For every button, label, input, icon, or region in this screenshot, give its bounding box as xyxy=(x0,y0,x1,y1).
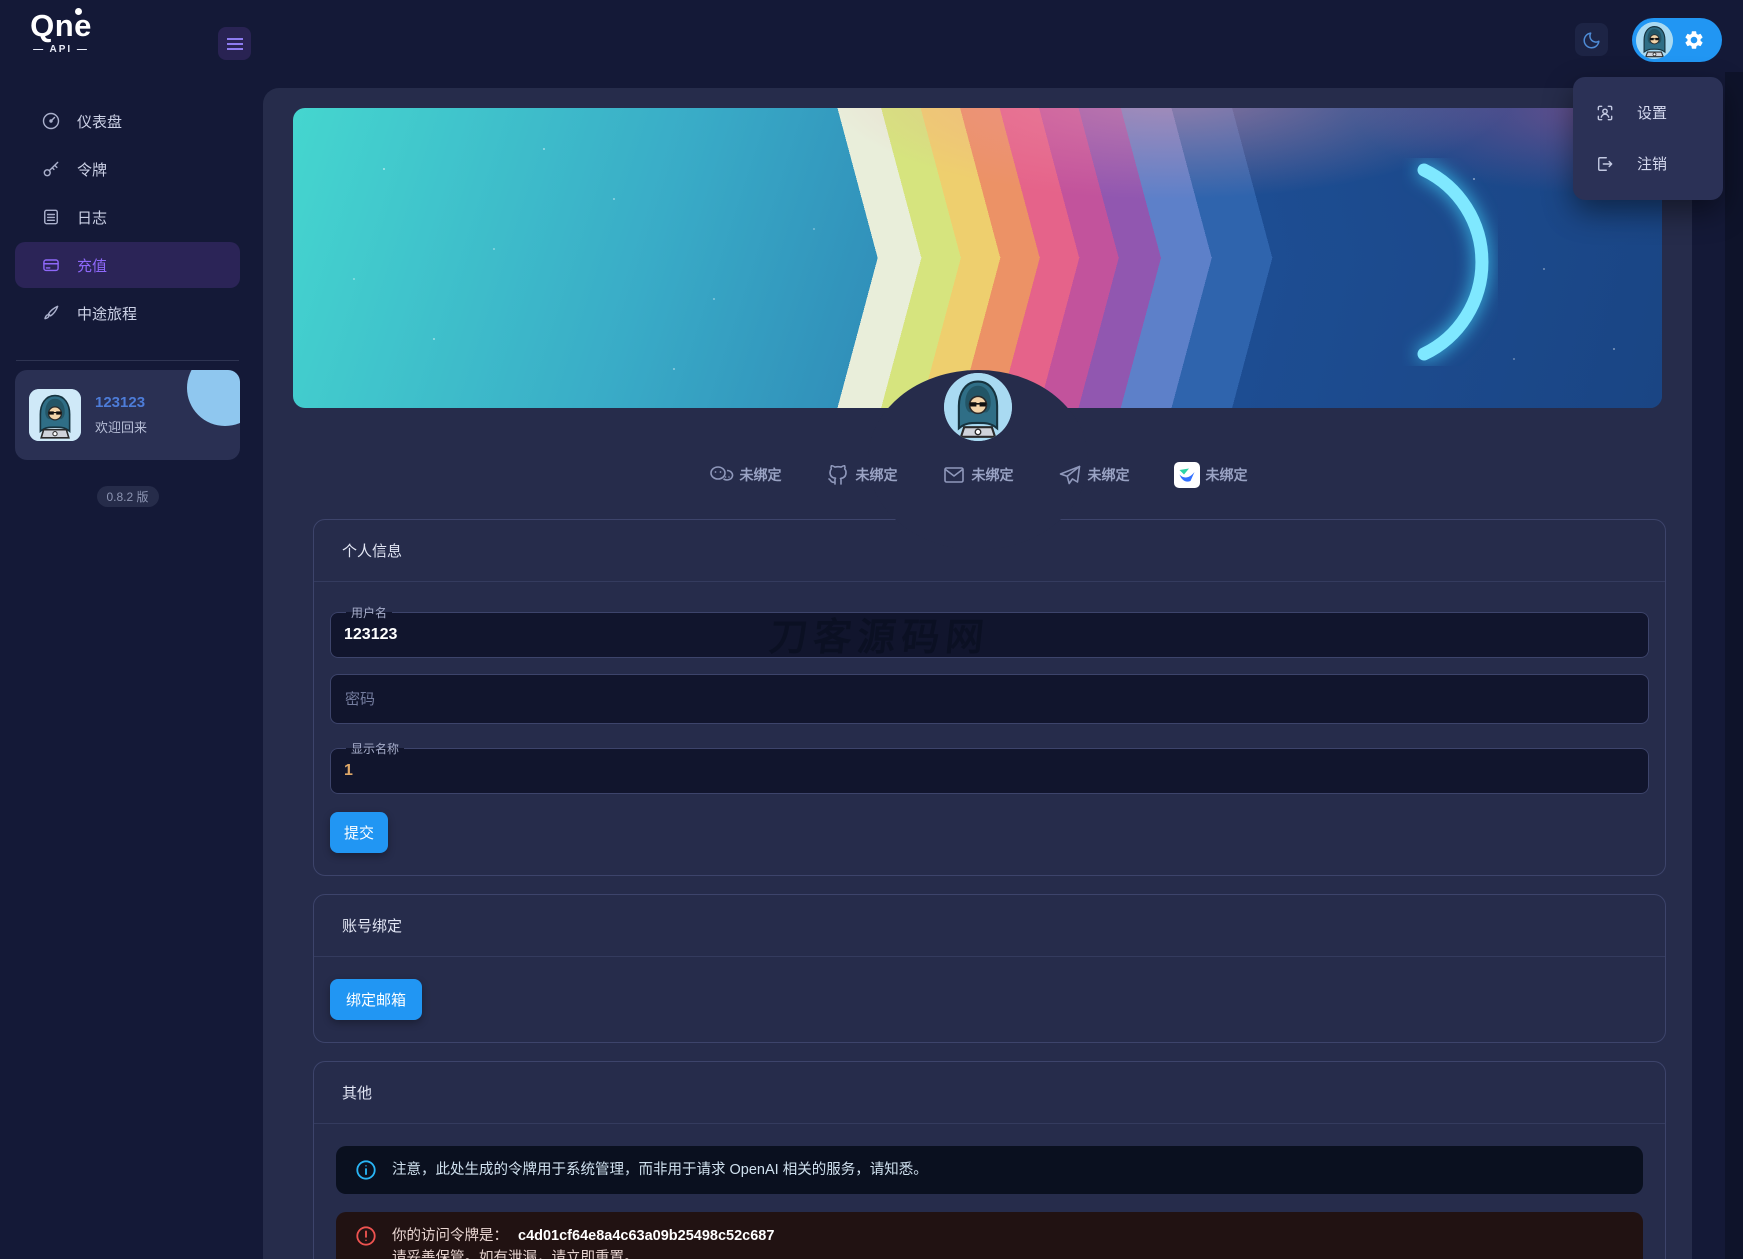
menu-item-label: 设置 xyxy=(1637,102,1667,123)
logo-subtitle: — API — xyxy=(26,44,96,55)
github-icon xyxy=(826,463,850,487)
telegram-icon xyxy=(1058,463,1082,487)
binding-status: 未绑定 xyxy=(1088,465,1130,485)
sidebar-item-logs[interactable]: 日志 xyxy=(15,194,240,240)
theme-toggle-button[interactable] xyxy=(1575,23,1608,56)
account-binding-card: 账号绑定 绑定邮箱 xyxy=(313,894,1666,1043)
user-frame-icon xyxy=(1595,103,1615,123)
binding-github[interactable]: 未绑定 xyxy=(826,463,898,487)
hamburger-icon xyxy=(227,38,243,50)
crescent-icon xyxy=(1402,158,1498,366)
sidebar-item-topup[interactable]: 充值 xyxy=(15,242,240,288)
binding-wechat[interactable]: 未绑定 xyxy=(708,463,782,487)
binding-status: 未绑定 xyxy=(856,465,898,485)
topbar: Qne — API — xyxy=(0,0,1743,72)
token-alert: 你的访问令牌是： c4d01cf64e8a4c63a09b25498c52c687… xyxy=(336,1212,1643,1259)
logo-text: Qne xyxy=(26,10,96,42)
sidebar-item-label: 中途旅程 xyxy=(77,303,137,324)
key-icon xyxy=(41,159,61,179)
binding-telegram[interactable]: 未绑定 xyxy=(1058,463,1130,487)
password-input[interactable] xyxy=(345,691,1634,708)
username-field[interactable]: 用户名 xyxy=(330,604,1649,658)
account-bindings-row: 未绑定 未绑定 未绑定 未绑定 未 xyxy=(263,455,1692,495)
menu-item-settings[interactable]: 设置 xyxy=(1573,87,1723,138)
logo-dot xyxy=(75,8,82,15)
scrollbar[interactable] xyxy=(1725,72,1743,1259)
sidebar-toggle-button[interactable] xyxy=(218,27,251,60)
wechat-icon xyxy=(708,463,734,487)
card-decoration-circle xyxy=(187,370,240,426)
menu-item-label: 注销 xyxy=(1637,153,1667,174)
binding-status: 未绑定 xyxy=(972,465,1014,485)
user-menu-button[interactable] xyxy=(1632,18,1722,62)
display-name-label: 显示名称 xyxy=(346,740,404,757)
personal-info-card: 个人信息 用户名 显示名称 提交 xyxy=(313,519,1666,876)
sidebar-item-label: 仪表盘 xyxy=(77,111,122,132)
info-alert-text: 注意，此处生成的令牌用于系统管理，而非用于请求 OpenAI 相关的服务，请知悉… xyxy=(392,1159,928,1181)
moon-icon xyxy=(1582,30,1602,50)
user-dropdown-menu: 设置 注销 xyxy=(1573,77,1723,200)
version-badge: 0.8.2 版 xyxy=(97,486,159,507)
username-input[interactable] xyxy=(344,622,1635,648)
app-logo[interactable]: Qne — API — xyxy=(26,10,96,55)
binding-status: 未绑定 xyxy=(740,465,782,485)
menu-item-logout[interactable]: 注销 xyxy=(1573,138,1723,189)
avatar xyxy=(29,389,81,441)
logout-icon xyxy=(1595,154,1615,174)
info-alert: 注意，此处生成的令牌用于系统管理，而非用于请求 OpenAI 相关的服务，请知悉… xyxy=(336,1146,1643,1194)
token-prefix: 你的访问令牌是： xyxy=(392,1228,508,1244)
binding-email[interactable]: 未绑定 xyxy=(942,463,1014,487)
sidebar-greeting: 欢迎回来 xyxy=(95,417,147,436)
avatar xyxy=(1636,22,1673,59)
profile-banner-image xyxy=(293,108,1662,408)
log-icon xyxy=(41,207,61,227)
sidebar-item-label: 充值 xyxy=(77,255,107,276)
sidebar-username: 123123 xyxy=(95,394,147,411)
password-field[interactable] xyxy=(330,674,1649,724)
sidebar-item-midjourney[interactable]: 中途旅程 xyxy=(15,290,240,336)
sidebar: 仪表盘 令牌 日志 充值 中途旅程 xyxy=(0,72,255,1259)
brush-icon xyxy=(41,303,61,323)
sidebar-item-label: 令牌 xyxy=(77,159,107,180)
submit-button[interactable]: 提交 xyxy=(330,812,388,853)
email-icon xyxy=(942,463,966,487)
binding-status: 未绑定 xyxy=(1206,465,1248,485)
lark-icon xyxy=(1174,462,1200,488)
banner-stars xyxy=(293,108,295,110)
binding-lark[interactable]: 未绑定 xyxy=(1174,462,1248,488)
token-alert-text: 你的访问令牌是： c4d01cf64e8a4c63a09b25498c52c687… xyxy=(392,1225,774,1259)
card-title: 账号绑定 xyxy=(314,895,1665,957)
other-card: 其他 注意，此处生成的令牌用于系统管理，而非用于请求 OpenAI 相关的服务，… xyxy=(313,1061,1666,1259)
gear-icon xyxy=(1683,29,1705,51)
display-name-input[interactable] xyxy=(344,758,1635,784)
bind-email-button[interactable]: 绑定邮箱 xyxy=(330,979,422,1020)
error-icon xyxy=(355,1225,377,1247)
sidebar-divider xyxy=(16,360,239,361)
sidebar-item-dashboard[interactable]: 仪表盘 xyxy=(15,98,240,144)
username-label: 用户名 xyxy=(346,604,392,621)
main-panel: 未绑定 未绑定 未绑定 未绑定 未 xyxy=(263,88,1692,1259)
access-token-value: c4d01cf64e8a4c63a09b25498c52c687 xyxy=(518,1228,774,1244)
display-name-field[interactable]: 显示名称 xyxy=(330,740,1649,794)
credit-card-icon xyxy=(41,255,61,275)
sidebar-item-label: 日志 xyxy=(77,207,107,228)
sidebar-user-card[interactable]: 123123 欢迎回来 xyxy=(15,370,240,460)
sidebar-item-tokens[interactable]: 令牌 xyxy=(15,146,240,192)
token-note: 请妥善保管。如有泄漏，请立即重置。 xyxy=(392,1247,774,1259)
card-title: 其他 xyxy=(314,1062,1665,1124)
info-icon xyxy=(355,1159,377,1181)
gauge-icon xyxy=(41,111,61,131)
profile-avatar[interactable] xyxy=(944,373,1012,441)
